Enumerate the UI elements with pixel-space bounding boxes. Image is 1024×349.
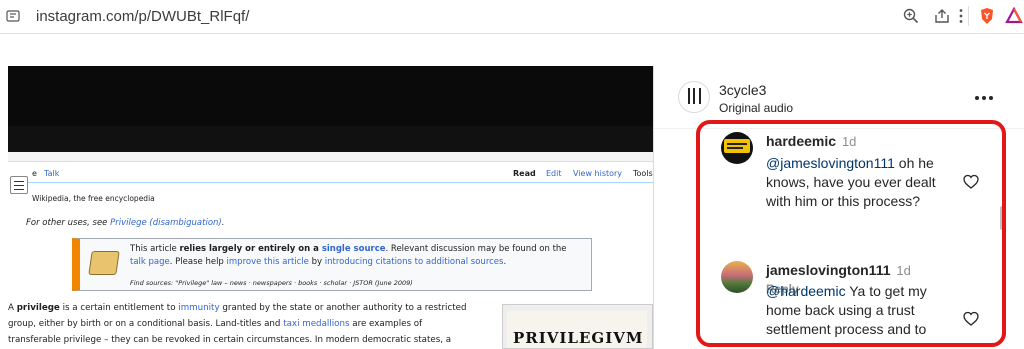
toolbar-divider <box>968 6 969 26</box>
wiki-infobox-image: PRIVILEGIVM <box>502 304 653 349</box>
author-username[interactable]: 3cycle3 <box>719 82 766 98</box>
brave-rewards-icon[interactable] <box>1005 7 1023 25</box>
browser-toolbar: instagram.com/p/DWUBt_RlFqf/ <box>0 0 1024 34</box>
audio-label[interactable]: Original audio <box>719 101 793 115</box>
page-info-icon[interactable] <box>6 9 20 23</box>
wiki-hatnote: For other uses, see Privilege (disambigu… <box>26 218 225 228</box>
wiki-find-sources: Find sources: "Privilege" law – news · n… <box>130 279 413 287</box>
wiki-body-text: A privilege is a certain entitlement to … <box>8 303 467 345</box>
wiki-tab-talk: Talk <box>44 169 60 178</box>
wiki-tab-tools: Tools <box>633 169 653 178</box>
wiki-hatnote-link: Privilege (disambiguation) <box>110 218 222 228</box>
wiki-subtitle: Wikipedia, the free encyclopedia <box>32 194 155 203</box>
wiki-tab-article: e <box>32 169 37 178</box>
zoom-icon[interactable] <box>902 7 920 25</box>
book-icon <box>88 251 120 275</box>
wiki-tab-history: View history <box>573 169 623 178</box>
wiki-tab-underline <box>28 182 653 183</box>
address-bar-url[interactable]: instagram.com/p/DWUBt_RlFqf/ <box>36 8 249 25</box>
wiki-image-caption: PRIVILEGIVM <box>513 329 644 347</box>
video-black-band <box>8 126 653 152</box>
wikipedia-screenshot: e Talk Read Edit View history Tools Wiki… <box>8 152 653 349</box>
wiki-tab-edit: Edit <box>546 169 562 178</box>
wiki-notice-box: This article relies largely or entirely … <box>72 238 592 291</box>
wiki-browser-strip <box>8 152 653 162</box>
post-media[interactable]: e Talk Read Edit View history Tools Wiki… <box>8 66 653 349</box>
share-icon[interactable] <box>933 7 951 25</box>
author-avatar[interactable] <box>678 81 710 113</box>
red-highlight-box <box>696 120 1006 347</box>
wiki-menu-icon <box>10 176 28 194</box>
wiki-notice-text: This article relies largely or entirely … <box>130 244 567 267</box>
video-black-area <box>8 66 653 126</box>
more-options-icon[interactable] <box>974 94 994 102</box>
brave-shield-icon[interactable] <box>978 7 996 25</box>
wiki-tab-read: Read <box>513 169 536 178</box>
